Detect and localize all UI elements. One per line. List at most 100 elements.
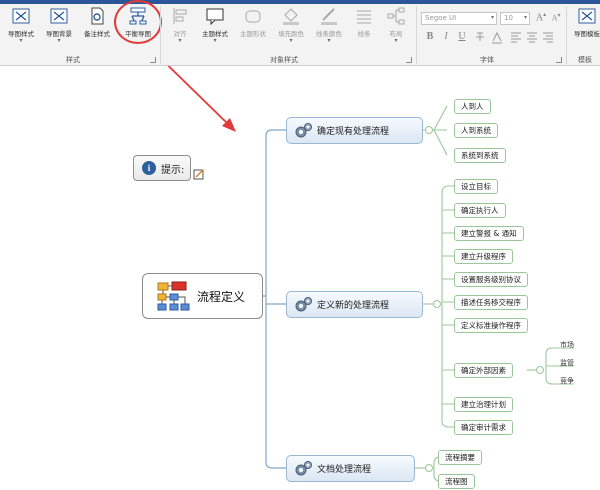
topic-label: 确定现有处理流程 (317, 127, 390, 137)
group-separator (416, 6, 417, 64)
line-label: 线条 (357, 30, 371, 38)
note-style-label: 备注样式 (84, 30, 110, 38)
map-template-button[interactable]: 导图模板 (570, 6, 600, 46)
map-background-icon (50, 8, 68, 24)
info-icon: i (142, 161, 156, 175)
chevron-down-icon: ▾ (289, 37, 293, 44)
align-right-icon (543, 32, 553, 43)
gears-icon (295, 460, 312, 475)
chevron-down-icon: ▾ (57, 37, 61, 44)
style-group-label: 样式 (66, 56, 80, 64)
topic-document-process[interactable]: 文档处理流程 (286, 455, 415, 482)
factor-item[interactable]: 市场 (560, 340, 574, 350)
highlight-circle (114, 0, 162, 44)
align-icon (173, 8, 187, 24)
line-color-button[interactable]: 线条颜色 ▾ (312, 6, 346, 46)
map-background-button[interactable]: 导图背景 ▾ (44, 6, 74, 46)
hint-box[interactable]: i 提示: (133, 155, 191, 181)
chevron-down-icon: ▾ (394, 37, 398, 44)
subtopic[interactable]: 人到系统 (454, 123, 498, 138)
chevron-down-icon: ▾ (490, 14, 494, 21)
topic-new-process[interactable]: 定义新的处理流程 (286, 291, 423, 318)
subtopic-external-factors[interactable]: 确定外部因素 (454, 363, 513, 378)
mind-map-canvas[interactable]: i 提示: 流程定义 确定现有处理流程 人到人 人到系统 系统到系统 定义新的处… (0, 66, 600, 490)
subtopic[interactable]: 确定审计需求 (454, 420, 513, 435)
font-color-button[interactable] (490, 31, 502, 45)
style-group-launcher-icon[interactable] (150, 57, 156, 63)
topic-shape-button[interactable]: 主题形状 (236, 6, 270, 46)
topic-style-icon (206, 8, 224, 26)
subtopic[interactable]: 建立升级程序 (454, 249, 513, 264)
align-center-button[interactable] (526, 31, 538, 45)
font-color-icon (492, 31, 502, 44)
object-group-label: 对象样式 (270, 56, 298, 64)
ribbon: 导图样式 ▾ 导图背景 ▾ 备注样式 平衡导图 样式 对齐 ▾ 主题样式 ▾ 主… (0, 0, 600, 66)
map-style-icon (12, 8, 30, 24)
subtopic[interactable]: 流程摘要 (438, 450, 482, 465)
align-right-button[interactable] (542, 31, 554, 45)
subtopic[interactable]: 建立治理计划 (454, 397, 513, 412)
align-center-icon (527, 32, 537, 43)
topic-label: 定义新的处理流程 (317, 301, 390, 311)
topic-shape-icon (245, 10, 261, 23)
chevron-down-icon: ▾ (523, 14, 527, 21)
topic-shape-label: 主题形状 (240, 30, 266, 38)
subtopic[interactable]: 建立警报 & 通知 (454, 226, 524, 241)
chevron-down-icon: ▾ (327, 37, 331, 44)
factor-item[interactable]: 竞争 (560, 376, 574, 386)
map-template-label: 导图模板 (574, 30, 600, 38)
group-separator (566, 6, 567, 64)
gears-icon (295, 122, 312, 137)
shrink-font-button[interactable]: A▾ (550, 12, 562, 26)
subtopic[interactable]: 人到人 (454, 99, 491, 114)
layout-button[interactable]: 布局 ▾ (382, 6, 410, 46)
font-name-select[interactable]: Segoe UI ▾ (421, 12, 497, 25)
chevron-down-icon: ▾ (213, 37, 217, 44)
gears-icon (295, 296, 312, 311)
strikethrough-icon (476, 32, 484, 41)
layout-icon (387, 7, 405, 25)
align-left-button[interactable] (510, 31, 522, 45)
subtopic[interactable]: 描述任务移交程序 (454, 295, 528, 310)
grow-font-button[interactable]: A▴ (535, 11, 547, 25)
font-size-select[interactable]: 10 ▾ (500, 12, 530, 25)
object-group-launcher-icon[interactable] (406, 57, 412, 63)
central-topic-label: 流程定义 (197, 289, 246, 304)
fill-color-button[interactable]: 填充颜色 ▾ (274, 6, 308, 46)
topic-style-button[interactable]: 主题样式 ▾ (198, 6, 232, 46)
subtopic[interactable]: 流程图 (438, 474, 475, 489)
note-icon[interactable] (193, 168, 205, 180)
template-group-label: 模板 (578, 56, 592, 64)
font-group-label: 字体 (480, 56, 494, 64)
chevron-down-icon: ▾ (19, 37, 23, 44)
strikethrough-button[interactable] (474, 31, 486, 45)
fill-color-icon (283, 8, 299, 25)
ribbon-accent-bar (0, 0, 600, 4)
align-button[interactable]: 对齐 ▾ (166, 6, 194, 46)
topic-label: 文档处理流程 (317, 465, 372, 475)
subtopic[interactable]: 系统到系统 (454, 148, 506, 163)
bold-button[interactable]: B (424, 31, 436, 45)
factor-item[interactable]: 监管 (560, 358, 574, 368)
font-name-value: Segoe UI (425, 14, 457, 22)
central-topic[interactable]: 流程定义 (142, 273, 263, 319)
line-button[interactable]: 线条 (350, 6, 378, 46)
map-style-button[interactable]: 导图样式 ▾ (6, 6, 36, 46)
line-color-icon (321, 8, 337, 25)
subtopic[interactable]: 设置服务级别协议 (454, 272, 528, 287)
group-separator (160, 6, 161, 64)
italic-button[interactable]: I (440, 31, 452, 45)
topic-existing-process[interactable]: 确定现有处理流程 (286, 117, 423, 144)
note-style-button[interactable]: 备注样式 (82, 6, 112, 46)
align-left-icon (511, 32, 521, 43)
underline-button[interactable]: U (456, 31, 468, 45)
subtopic[interactable]: 确定执行人 (454, 203, 506, 218)
font-group-launcher-icon[interactable] (556, 57, 562, 63)
flowchart-icon (157, 281, 190, 311)
line-icon (357, 10, 371, 24)
font-size-value: 10 (504, 14, 513, 22)
subtopic[interactable]: 定义标准操作程序 (454, 318, 528, 333)
note-style-icon (91, 7, 104, 25)
map-template-icon (578, 8, 596, 24)
subtopic[interactable]: 设立目标 (454, 179, 498, 194)
